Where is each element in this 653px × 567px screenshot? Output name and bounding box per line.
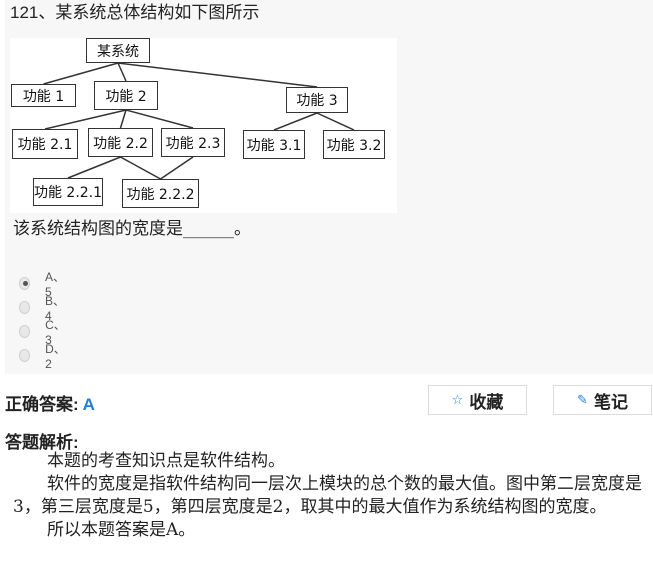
question-stem: 该系统结构图的宽度是______。 — [13, 219, 251, 239]
correct-answer: 正确答案: A — [5, 390, 95, 415]
node-function-2-3: 功能 2.3 — [161, 128, 225, 157]
correct-answer-value: A — [82, 395, 95, 414]
favorite-button[interactable]: ☆ 收藏 — [428, 385, 527, 415]
edge-f2-f22 — [119, 109, 127, 129]
node-function-2-1: 功能 2.1 — [12, 129, 78, 159]
option-c[interactable]: C、3 — [19, 318, 68, 347]
edge-f3-f31 — [273, 112, 318, 131]
edge-f23-f222 — [160, 156, 194, 180]
edge-f2-f21 — [44, 109, 127, 130]
radio-button[interactable] — [19, 276, 31, 290]
option-b[interactable]: B、4 — [19, 294, 67, 323]
pencil-icon: ✎ — [577, 392, 588, 407]
node-function-2-2-1: 功能 2.2.1 — [33, 178, 103, 206]
question-title: 121、某系统总体结构如下图所示 — [10, 3, 260, 22]
analysis-body: 本题的考查知识点是软件结构。 软件的宽度是指软件结构同一层次上模块的总个数的最大… — [13, 450, 649, 542]
option-label: D、2 — [45, 341, 66, 371]
structure-diagram: 某系统 功能 1 功能 2 功能 3 功能 2.1 功能 2.2 功能 2.3 … — [10, 38, 397, 213]
edge-root-f2 — [117, 62, 127, 82]
favorite-label: 收藏 — [469, 392, 504, 412]
option-d[interactable]: D、2 — [19, 342, 68, 371]
analysis-paragraph: 软件的宽度是指软件结构同一层次上模块的总个数的最大值。图中第二层宽度是3，第三层… — [13, 474, 642, 517]
node-function-3-2: 功能 3.2 — [323, 130, 385, 159]
node-function-3: 功能 3 — [286, 87, 348, 113]
edge-f22-f221 — [67, 156, 121, 179]
node-function-1: 功能 1 — [11, 84, 76, 107]
note-label: 笔记 — [593, 392, 628, 412]
radio-button[interactable] — [19, 324, 31, 338]
option-a[interactable]: A、5 — [19, 270, 67, 299]
radio-button[interactable] — [19, 348, 31, 362]
node-function-2-2-2: 功能 2.2.2 — [122, 179, 199, 208]
star-icon: ☆ — [451, 392, 464, 407]
edge-f22-f222 — [120, 156, 161, 180]
node-function-2-2: 功能 2.2 — [88, 128, 153, 157]
radio-button[interactable] — [19, 300, 31, 314]
node-root: 某系统 — [86, 38, 150, 63]
correct-answer-label: 正确答案: — [5, 395, 79, 414]
node-function-3-1: 功能 3.1 — [243, 130, 305, 159]
edge-f2-f23 — [125, 109, 194, 129]
analysis-paragraph: 所以本题答案是A。 — [47, 520, 196, 540]
note-button[interactable]: ✎ 笔记 — [553, 385, 652, 415]
analysis-paragraph: 本题的考查知识点是软件结构。 — [47, 451, 285, 471]
node-function-2: 功能 2 — [94, 81, 158, 110]
edge-f3-f32 — [316, 112, 355, 131]
